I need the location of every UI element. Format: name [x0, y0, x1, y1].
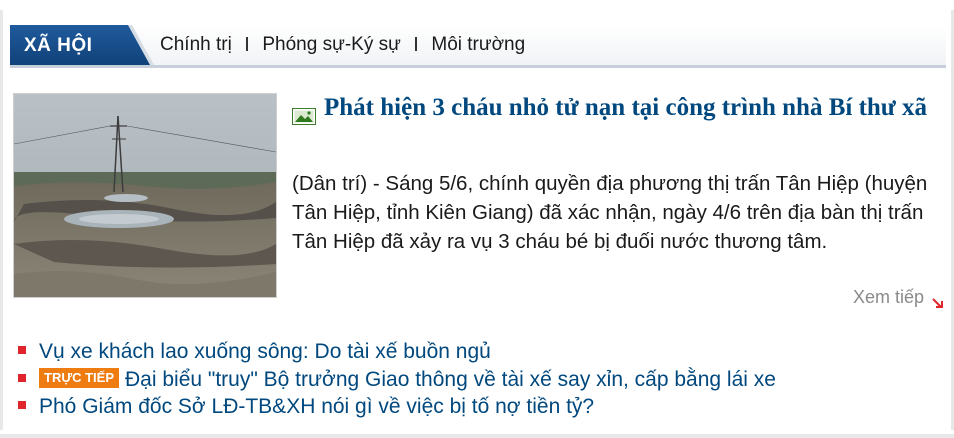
related-articles-list: Vụ xe khách lao xuống sông: Do tài xế bu…	[18, 338, 938, 421]
live-badge: TRỰC TIẾP	[39, 367, 120, 388]
read-more-link[interactable]: Xem tiếp	[852, 287, 944, 309]
related-article-link[interactable]: Đại biểu "truy" Bộ trưởng Giao thông về …	[125, 368, 776, 391]
subnav-separator	[246, 36, 249, 51]
section-header: XÃ HỘI Chính trị Phóng sự-Ký sự Môi trườ…	[10, 25, 946, 68]
frame-left-border	[0, 10, 3, 430]
frame-bottom-border	[0, 434, 954, 438]
section-tab-xa-hoi[interactable]: XÃ HỘI	[10, 25, 150, 65]
article-summary: (Dân trí) - Sáng 5/6, chính quyền địa ph…	[292, 172, 928, 253]
bullet-icon	[18, 373, 26, 382]
list-item: TRỰC TIẾP Đại biểu "truy" Bộ trưởng Giao …	[18, 366, 938, 394]
subnav-link-chinh-tri[interactable]: Chính trị	[160, 34, 232, 55]
subnav: Chính trị Phóng sự-Ký sự Môi trường	[160, 25, 525, 65]
related-article-link[interactable]: Phó Giám đốc Sở LĐ-TB&XH nói gì về việc …	[39, 395, 594, 418]
article-thumbnail[interactable]	[13, 93, 277, 298]
photo-icon	[292, 98, 316, 125]
arrow-corner-icon	[932, 292, 944, 309]
article-title: Phát hiện 3 cháu nhỏ tử nạn tại công trì…	[324, 94, 928, 121]
read-more-label: Xem tiếp	[852, 287, 924, 307]
related-article-link[interactable]: Vụ xe khách lao xuống sông: Do tài xế bu…	[39, 340, 491, 363]
list-item: Vụ xe khách lao xuống sông: Do tài xế bu…	[18, 338, 938, 366]
subnav-link-phong-su[interactable]: Phóng sự-Ký sự	[262, 34, 400, 55]
bullet-icon	[18, 401, 26, 410]
subnav-separator	[415, 36, 418, 51]
list-item: Phó Giám đốc Sở LĐ-TB&XH nói gì về việc …	[18, 393, 938, 421]
thumbnail-image	[14, 94, 276, 297]
subnav-link-moi-truong[interactable]: Môi trường	[431, 34, 525, 55]
bullet-icon	[18, 346, 26, 355]
article-title-link[interactable]: Phát hiện 3 cháu nhỏ tử nạn tại công trì…	[292, 88, 938, 128]
